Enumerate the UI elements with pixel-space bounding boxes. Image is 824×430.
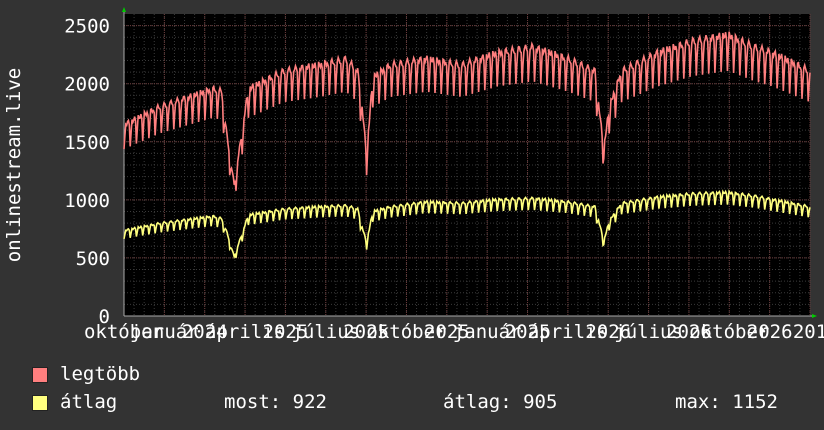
y-tick-label: 2500 [64, 16, 110, 38]
legend-swatch-legtobb [32, 367, 48, 383]
y-tick-label: 500 [76, 248, 110, 270]
legend-label-legtobb: legtöbb [60, 363, 141, 385]
x-tick-label: 2026 [747, 321, 793, 343]
y-axis-label: onlinestream.live [3, 68, 25, 262]
stat-now: most: 922 [224, 391, 327, 413]
y-tick-label: 1500 [64, 132, 110, 154]
stat-avg: átlag: 905 [443, 391, 558, 413]
x-tick-label: 201 [793, 321, 824, 343]
y-tick-label: 1000 [64, 190, 110, 212]
legend-swatch-atlag [32, 395, 48, 411]
y-axis-arrow [122, 7, 126, 12]
stat-max: max: 1152 [675, 391, 778, 413]
legend-label-atlag: átlag [60, 391, 118, 413]
x-axis-arrow [812, 314, 817, 318]
y-tick-label: 2000 [64, 74, 110, 96]
